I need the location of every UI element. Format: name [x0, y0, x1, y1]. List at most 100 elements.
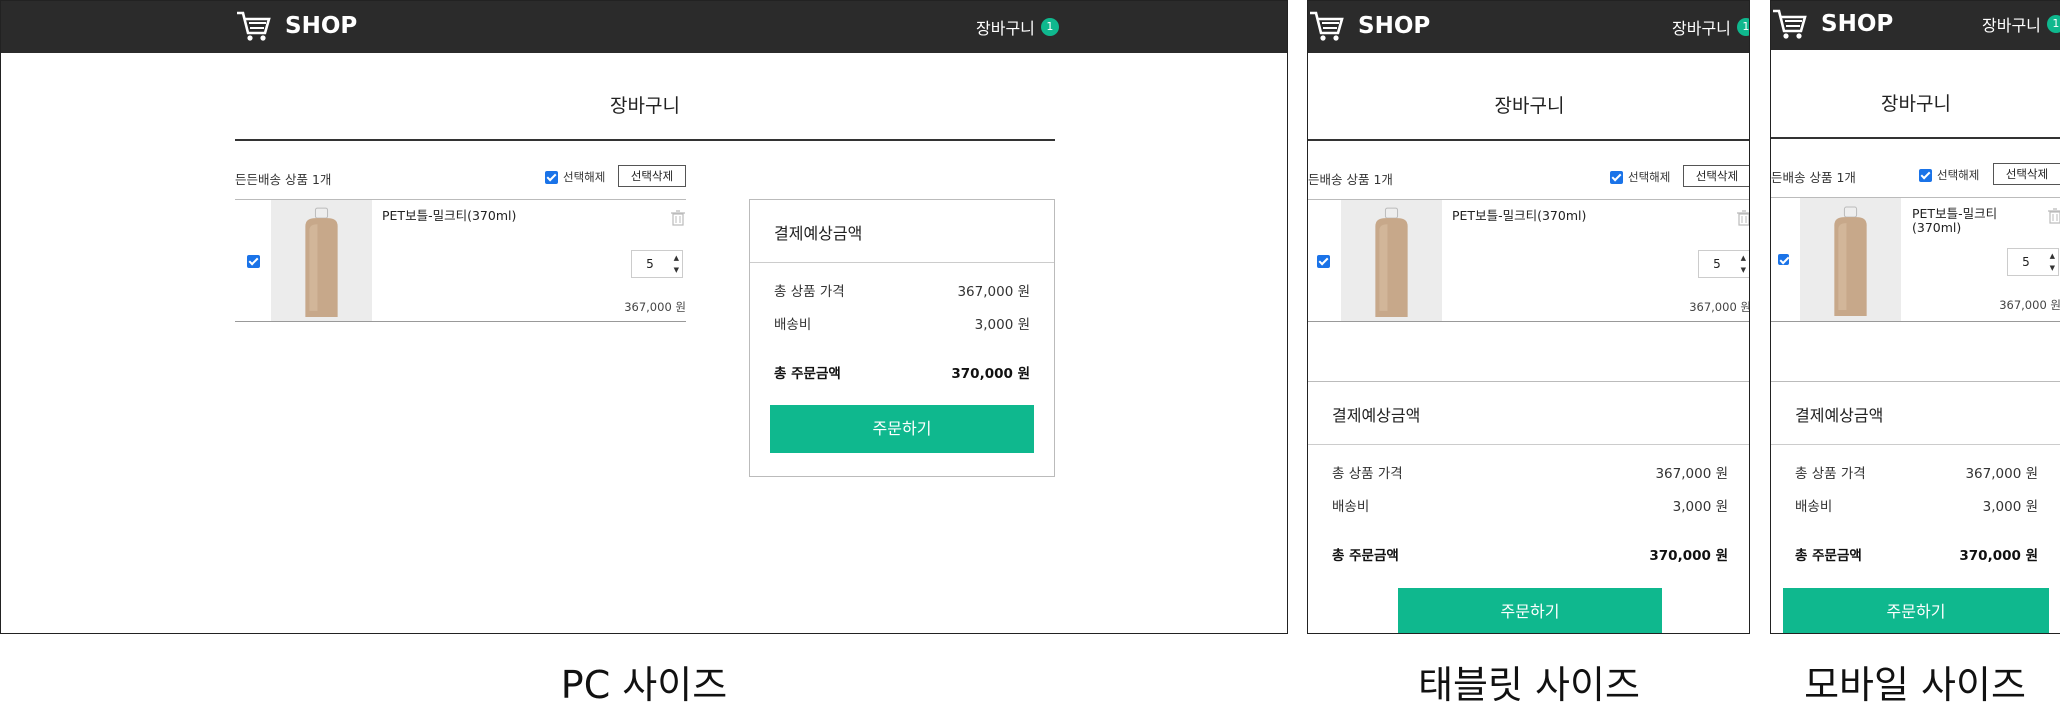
- header-cart-link[interactable]: 장바구니 1: [1982, 12, 2060, 36]
- caption-mobile: 모바일 사이즈: [1804, 663, 2026, 707]
- select-all-label: 선택해제: [563, 170, 606, 184]
- header-cart-link[interactable]: 장바구니 1: [976, 15, 1059, 39]
- product-image: [1800, 198, 1901, 321]
- item-checkbox[interactable]: [247, 255, 260, 268]
- summary-divider: [750, 262, 1054, 263]
- increase-arrow-icon[interactable]: ▲: [1741, 254, 1746, 262]
- page-title: 장바구니: [610, 95, 680, 117]
- order-button[interactable]: 주문하기: [1398, 588, 1662, 633]
- product-image: [271, 200, 372, 321]
- header-cart-link[interactable]: 장바구니 1: [1672, 15, 1749, 39]
- summary-divider: [1771, 444, 2060, 445]
- select-all-checkbox[interactable]: [1919, 168, 1932, 182]
- total-value: 370,000 원: [1649, 548, 1728, 564]
- order-button[interactable]: 주문하기: [1783, 588, 2049, 633]
- product-name-line2: (370ml): [1912, 220, 1962, 235]
- summary-row-shipping: 배송비 3,000 원: [774, 313, 1030, 333]
- shop-logo[interactable]: SHOP: [235, 9, 357, 43]
- shop-logo[interactable]: SHOP: [1771, 7, 1893, 41]
- total-label: 총 주문금액: [1332, 548, 1399, 564]
- summary-row-subtotal: 총 상품 가격 367,000 원: [1795, 462, 2038, 482]
- decrease-arrow-icon[interactable]: ▼: [2050, 264, 2055, 272]
- total-value: 370,000 원: [1959, 548, 2038, 564]
- decrease-arrow-icon[interactable]: ▼: [674, 266, 679, 274]
- milk-tea-bottle-image: [1800, 198, 1901, 321]
- decrease-arrow-icon[interactable]: ▼: [1741, 266, 1746, 274]
- title-divider: [235, 139, 1055, 141]
- item-price: 367,000 원: [624, 300, 686, 314]
- select-all-checkbox[interactable]: [545, 170, 558, 184]
- top-header: SHOP 장바구니 1: [1, 1, 1287, 53]
- item-checkbox[interactable]: [1317, 255, 1330, 268]
- total-label: 총 주문금액: [774, 366, 841, 382]
- subtotal-value: 367,000 원: [957, 284, 1030, 300]
- shopping-cart-icon: [237, 11, 271, 41]
- item-bottom-divider: [1771, 321, 2060, 322]
- item-bottom-divider: [1308, 321, 1749, 322]
- cart-group-label: 든배송 상품 1개: [1308, 172, 1393, 187]
- shipping-label: 배송비: [1795, 499, 1833, 515]
- payment-summary-box: 결제예상금액 총 상품 가격 367,000 원 배송비 3,000 원 총 주…: [1308, 381, 1749, 633]
- mobile-frame: SHOP 장바구니 1 장바구니 든배송 상품 1개 선택해제 선택삭제 PET…: [1770, 0, 2060, 634]
- select-all-toggle[interactable]: 선택해제: [545, 169, 605, 185]
- summary-row-total: 총 주문금액 370,000 원: [1332, 544, 1728, 564]
- payment-summary-box: 결제예상금액 총 상품 가격 367,000 원 배송비 3,000 원 총 주…: [1771, 381, 2060, 633]
- delete-selected-button[interactable]: 선택삭제: [1993, 163, 2060, 185]
- top-header: SHOP 장바구니 1: [1771, 1, 2060, 50]
- summary-title: 결제예상금액: [1795, 406, 1884, 425]
- cart-group-label: 든든배송 상품 1개: [235, 172, 332, 187]
- subtotal-label: 총 상품 가격: [774, 284, 845, 300]
- logo-text: SHOP: [1358, 13, 1431, 39]
- summary-row-total: 총 주문금액 370,000 원: [774, 362, 1030, 382]
- quantity-stepper[interactable]: 5 ▲ ▼: [2007, 248, 2059, 276]
- cart-count-badge: 1: [1736, 18, 1749, 36]
- select-all-toggle[interactable]: 선택해제: [1919, 167, 1979, 183]
- quantity-stepper[interactable]: 5 ▲ ▼: [1698, 250, 1749, 278]
- milk-tea-bottle-image: [1341, 200, 1442, 321]
- product-name-line1: PET보틀-밀크티: [1912, 206, 1998, 221]
- shopping-cart-icon: [1773, 9, 1807, 39]
- select-all-toggle[interactable]: 선택해제: [1610, 169, 1670, 185]
- quantity-value: 5: [646, 257, 654, 271]
- logo-text: SHOP: [1821, 11, 1894, 37]
- increase-arrow-icon[interactable]: ▲: [2050, 252, 2055, 260]
- trash-icon[interactable]: [671, 210, 685, 226]
- header-cart-label: 장바구니: [976, 19, 1035, 38]
- total-label: 총 주문금액: [1795, 548, 1862, 564]
- title-divider: [1308, 139, 1749, 141]
- product-name[interactable]: PET보틀-밀크티(370ml): [382, 209, 516, 223]
- shopping-cart-icon: [1310, 11, 1344, 41]
- item-checkbox[interactable]: [1778, 254, 1789, 265]
- caption-tablet: 태블릿 사이즈: [1418, 663, 1640, 707]
- product-name[interactable]: PET보틀-밀크티(370ml): [1452, 209, 1586, 223]
- product-name[interactable]: PET보틀-밀크티 (370ml): [1912, 207, 1997, 235]
- cart-count-badge: 1: [2046, 15, 2060, 33]
- subtotal-value: 367,000 원: [1655, 466, 1728, 482]
- order-button[interactable]: 주문하기: [770, 405, 1034, 453]
- shipping-label: 배송비: [774, 317, 812, 333]
- page-title: 장바구니: [1881, 93, 1951, 115]
- select-all-checkbox[interactable]: [1610, 170, 1623, 184]
- shop-logo[interactable]: SHOP: [1308, 9, 1430, 43]
- select-all-label: 선택해제: [1937, 168, 1980, 182]
- delete-selected-button[interactable]: 선택삭제: [618, 165, 686, 187]
- summary-title: 결제예상금액: [774, 224, 863, 243]
- shipping-value: 3,000 원: [1672, 499, 1728, 515]
- payment-summary-box: 결제예상금액 총 상품 가격 367,000 원 배송비 3,000 원 총 주…: [749, 199, 1055, 477]
- header-cart-label: 장바구니: [1982, 16, 2041, 35]
- cart-group-label: 든배송 상품 1개: [1771, 170, 1856, 185]
- quantity-stepper[interactable]: 5 ▲ ▼: [631, 250, 683, 278]
- subtotal-label: 총 상품 가격: [1332, 466, 1403, 482]
- increase-arrow-icon[interactable]: ▲: [674, 254, 679, 262]
- logo-text: SHOP: [285, 13, 358, 39]
- trash-icon[interactable]: [1737, 210, 1750, 226]
- shipping-value: 3,000 원: [1982, 499, 2038, 515]
- delete-selected-button[interactable]: 선택삭제: [1683, 165, 1749, 187]
- shipping-label: 배송비: [1332, 499, 1370, 515]
- summary-divider: [1308, 444, 1749, 445]
- subtotal-label: 총 상품 가격: [1795, 466, 1866, 482]
- quantity-value: 5: [1713, 257, 1721, 271]
- quantity-value: 5: [2022, 255, 2030, 269]
- summary-row-subtotal: 총 상품 가격 367,000 원: [1332, 462, 1728, 482]
- trash-icon[interactable]: [2048, 208, 2060, 224]
